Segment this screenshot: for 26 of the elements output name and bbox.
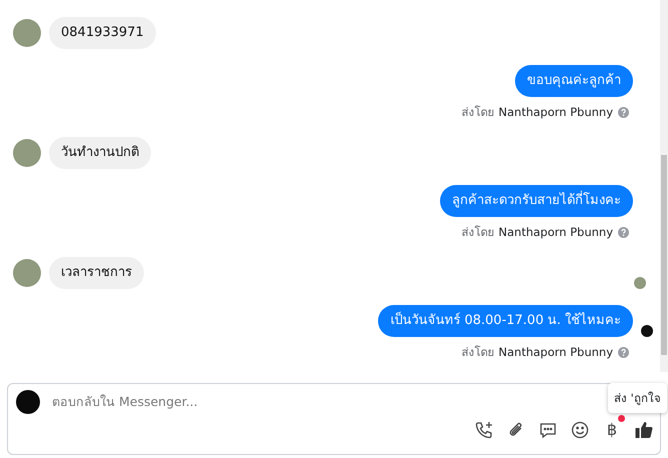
scrollbar[interactable] [660, 0, 668, 372]
help-icon[interactable] [618, 226, 629, 238]
tooltip: ส่ง 'ถูกใจ [608, 383, 667, 413]
page-avatar [16, 390, 40, 414]
message-bubble: 0841933971 [49, 17, 156, 49]
sender-name: Nanthaporn Pbunny [498, 105, 613, 119]
avatar [13, 19, 41, 47]
message-bubble: เป็นวันจันทร์ 08.00-17.00 น. ใช้ไหมคะ [378, 305, 633, 337]
sent-by-label: ส่งโดย [462, 104, 494, 121]
add-call-icon[interactable] [474, 420, 494, 440]
reply-placeholder[interactable]: ตอบกลับใน Messenger... [52, 392, 198, 412]
help-icon[interactable] [618, 346, 629, 358]
help-icon[interactable] [618, 106, 629, 118]
sender-name: Nanthaporn Pbunny [498, 225, 613, 239]
message-bubble: ขอบคุณค่ะลูกค้า [515, 65, 633, 97]
emoji-icon[interactable] [570, 420, 590, 440]
payment-button[interactable]: ฿ [602, 420, 622, 440]
thumbs-up-icon[interactable] [634, 420, 654, 440]
message-bubble: ลูกค้าสะดวกรับสายได้กี่โมงคะ [440, 185, 633, 217]
sender-name: Nanthaporn Pbunny [498, 345, 613, 359]
sent-by-label: ส่งโดย [462, 224, 494, 241]
sent-by-label: ส่งโดย [462, 344, 494, 361]
message-bubble: เวลาราชการ [49, 257, 144, 289]
avatar [13, 139, 41, 167]
message-bubble: วันทำงานปกติ [49, 137, 151, 169]
avatar [13, 259, 41, 287]
